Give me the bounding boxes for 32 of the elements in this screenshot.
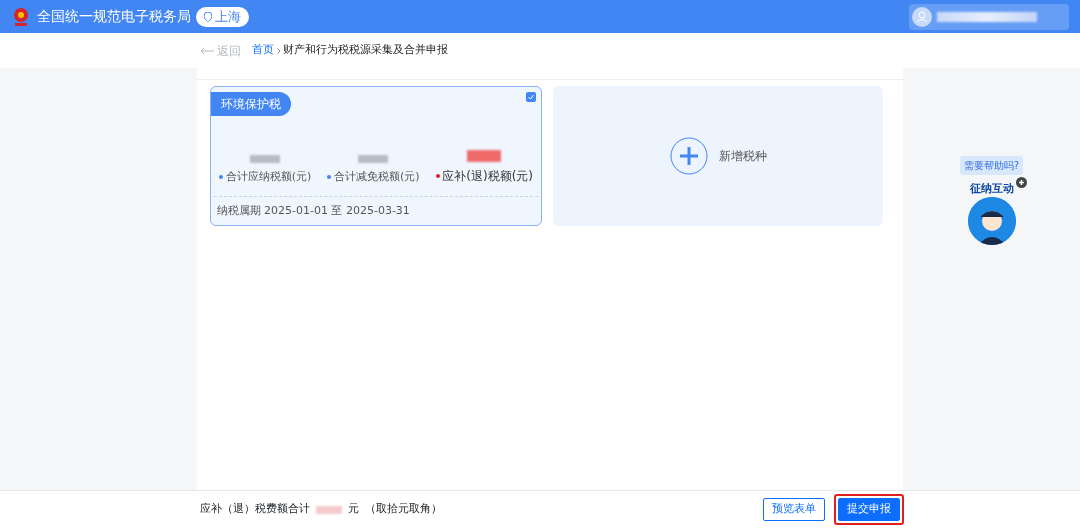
add-tax-label: 新增税种 bbox=[718, 147, 767, 165]
user-avatar-icon bbox=[911, 6, 932, 27]
add-icon bbox=[669, 136, 708, 175]
back-arrow-icon[interactable] bbox=[200, 46, 214, 55]
currency-unit: 元 bbox=[348, 501, 359, 518]
metric-label: 应补(退)税额(元) bbox=[442, 168, 533, 185]
assistant-badge-text: 征纳互动 bbox=[969, 180, 1014, 197]
submit-button[interactable]: 提交申报 bbox=[838, 498, 900, 521]
preview-button[interactable]: 预览表单 bbox=[762, 498, 825, 521]
metric-label: 合计减免税额(元) bbox=[334, 168, 420, 185]
rounding-note: （取拾元取角） bbox=[364, 501, 442, 518]
tax-card[interactable]: 环境保护税 合计应纳税额(元) 合计减免税额(元) 应补(退)税额(元) 纳税属期 2025-01-01 至 2025-03-31 bbox=[210, 85, 542, 226]
checkbox[interactable] bbox=[525, 92, 536, 102]
redacted-value bbox=[358, 155, 389, 163]
breadcrumb-current: 财产和行为税税源采集及合并申报 bbox=[283, 42, 449, 59]
redacted-value bbox=[250, 155, 281, 163]
tax-type-label: 环境保护税 bbox=[211, 92, 291, 116]
redacted-value bbox=[467, 149, 502, 162]
tax-period: 纳税属期 2025-01-01 至 2025-03-31 bbox=[215, 202, 411, 219]
breadcrumb-link[interactable]: 首页 bbox=[251, 42, 274, 59]
chevron-right-icon bbox=[276, 47, 281, 54]
help-bubble: 需要帮助吗? bbox=[959, 156, 1024, 175]
emblem-icon bbox=[11, 5, 31, 28]
user-menu[interactable] bbox=[909, 3, 1069, 30]
redacted-value bbox=[316, 505, 342, 514]
assistant-avatar[interactable] bbox=[967, 197, 1016, 245]
add-tax-card[interactable]: 新增税种 bbox=[553, 85, 883, 226]
total-label: 应补（退）税费额合计 bbox=[200, 501, 310, 518]
expand-icon[interactable] bbox=[1015, 176, 1027, 188]
site-title: 全国统一规范电子税务局 bbox=[36, 7, 191, 26]
region-selector[interactable]: 上海 bbox=[196, 6, 249, 27]
metric-label: 合计应纳税额(元) bbox=[225, 168, 312, 185]
